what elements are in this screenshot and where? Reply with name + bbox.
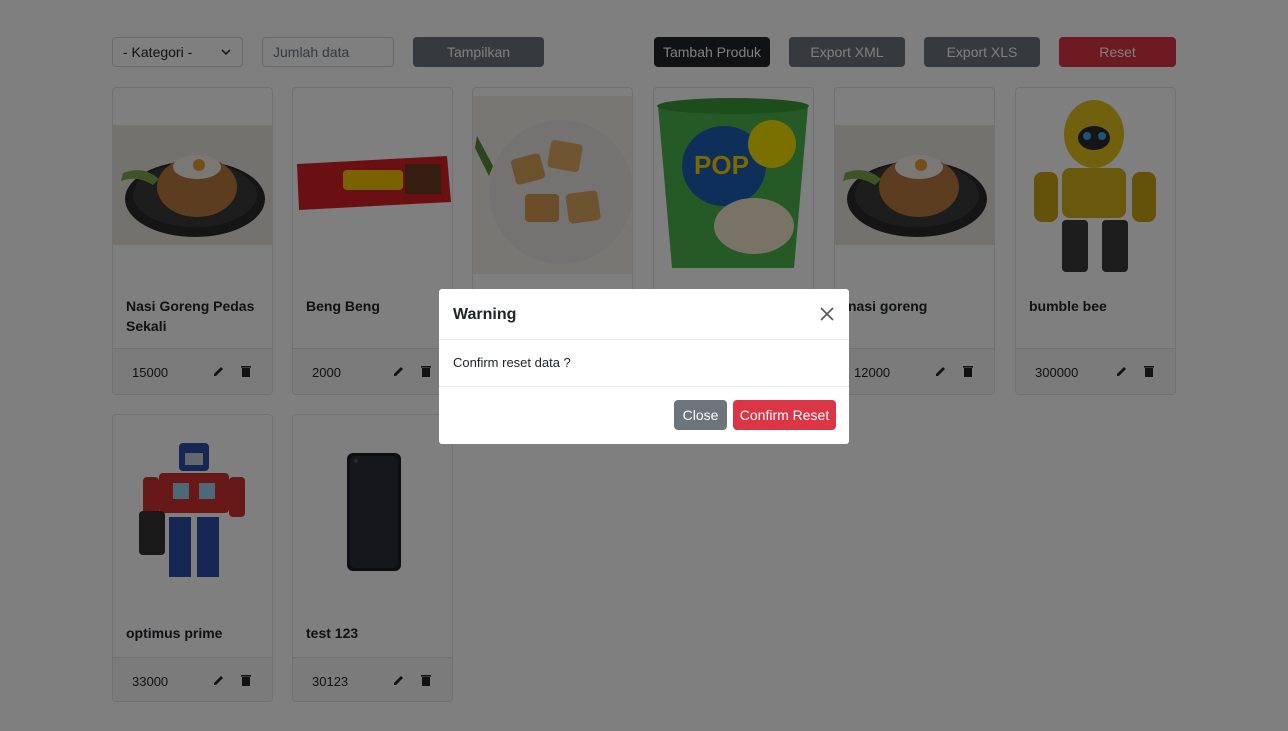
reset-confirm-modal: Warning Confirm reset data ? Close Confi… bbox=[439, 289, 849, 444]
modal-header: Warning bbox=[439, 289, 849, 340]
modal-message: Confirm reset data ? bbox=[453, 355, 571, 370]
close-button[interactable]: Close bbox=[674, 400, 727, 430]
confirm-reset-button[interactable]: Confirm Reset bbox=[733, 400, 836, 430]
modal-footer: Close Confirm Reset bbox=[439, 386, 849, 444]
close-icon[interactable] bbox=[819, 306, 835, 322]
modal-title: Warning bbox=[453, 306, 517, 323]
